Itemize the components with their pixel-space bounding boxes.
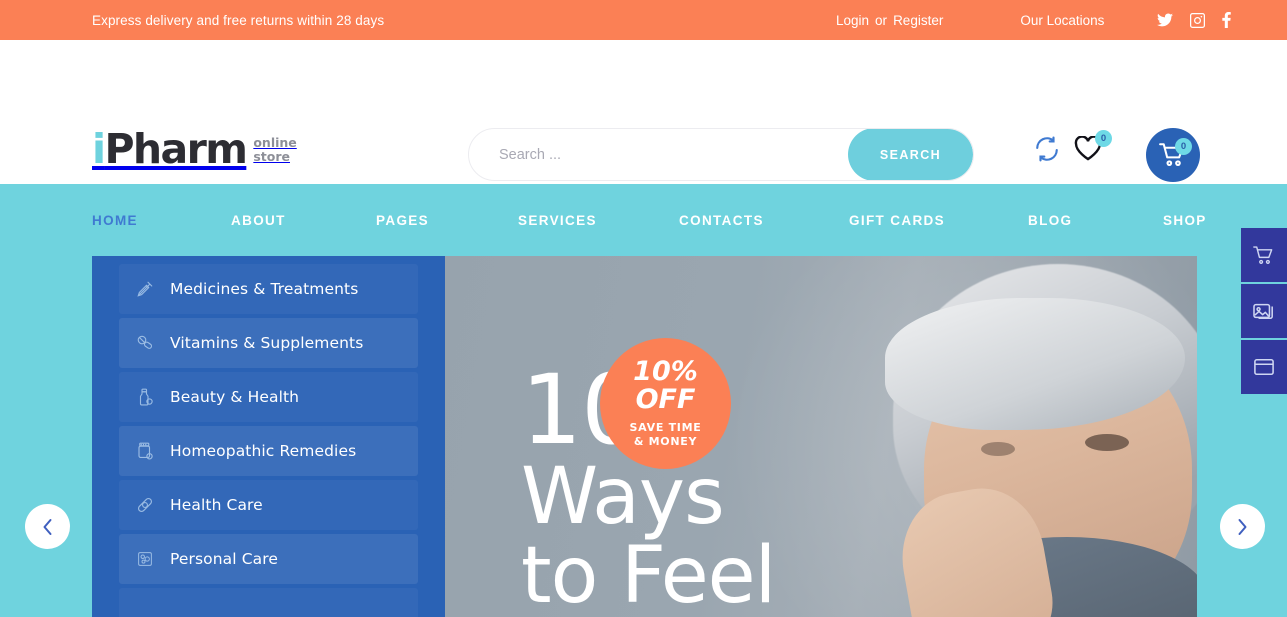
syringe-icon <box>130 280 160 298</box>
search-button[interactable]: SEARCH <box>848 129 973 180</box>
discount-subtext: SAVE TIME & MONEY <box>630 421 702 449</box>
chevron-left-icon <box>43 518 52 535</box>
category-label: Beauty & Health <box>170 388 300 406</box>
category-item-vitamins[interactable]: Vitamins & Supplements <box>119 318 418 368</box>
carousel-prev-button[interactable] <box>25 504 70 549</box>
category-sidebar: Medicines & Treatments Vitamins & Supple… <box>92 256 445 617</box>
cart-count-badge: 0 <box>1175 138 1192 155</box>
category-label: Personal Care <box>170 550 279 568</box>
logo-wordmark: iPharm <box>92 129 248 170</box>
nav-item-shop[interactable]: SHOP <box>1163 213 1207 228</box>
site-header: iPharm online store SEARCH 0 0 <box>0 40 1287 184</box>
side-tool-gallery[interactable] <box>1241 284 1287 338</box>
side-tool-window[interactable] <box>1241 340 1287 394</box>
wishlist-icon[interactable]: 0 <box>1074 130 1112 162</box>
bottle-icon <box>130 388 160 406</box>
twitter-icon[interactable] <box>1157 13 1174 27</box>
window-tool-icon <box>1254 358 1274 376</box>
search-input[interactable] <box>469 146 848 163</box>
auth-group: Login or Register <box>836 13 943 28</box>
logo-accent-letter: i <box>92 125 106 173</box>
discount-subtext-line1: SAVE TIME <box>629 420 702 434</box>
category-label: Vitamins & Supplements <box>170 334 364 352</box>
our-locations-link[interactable]: Our Locations <box>1020 13 1104 28</box>
carousel-next-button[interactable] <box>1220 504 1265 549</box>
category-item-next[interactable] <box>119 588 418 617</box>
category-item-medicines[interactable]: Medicines & Treatments <box>119 264 418 314</box>
main-navigation: HOME ABOUT PAGES SERVICES CONTACTS GIFT … <box>0 184 1287 256</box>
topbar-right-group: Login or Register Our Locations <box>836 12 1232 28</box>
nav-item-gift-cards[interactable]: GIFT CARDS <box>849 213 945 228</box>
site-logo[interactable]: iPharm online store <box>92 129 297 170</box>
social-links <box>1157 12 1232 28</box>
logo-subtitle: online store <box>253 136 296 164</box>
category-item-beauty[interactable]: Beauty & Health <box>119 372 418 422</box>
nav-item-pages[interactable]: PAGES <box>376 213 429 228</box>
nav-item-contacts[interactable]: CONTACTS <box>679 213 764 228</box>
slide-headline-line4: Better <box>521 609 787 617</box>
discount-badge: 10% OFF SAVE TIME & MONEY <box>600 338 731 469</box>
category-label: Homeopathic Remedies <box>170 442 357 460</box>
logo-subtitle-line2: store <box>253 149 290 165</box>
logo-name: Pharm <box>104 125 247 173</box>
model-eye-left <box>981 442 1015 456</box>
cart-button[interactable]: 0 <box>1146 128 1200 182</box>
facebook-icon[interactable] <box>1222 12 1232 28</box>
top-announcement-bar: Express delivery and free returns within… <box>0 0 1287 40</box>
category-label: Medicines & Treatments <box>170 280 359 298</box>
model-eye-right <box>1085 434 1129 451</box>
gallery-tool-icon <box>1253 303 1273 320</box>
nav-item-about[interactable]: ABOUT <box>231 213 286 228</box>
category-label: Health Care <box>170 496 263 514</box>
nav-item-services[interactable]: SERVICES <box>518 213 597 228</box>
promo-text: Express delivery and free returns within… <box>92 12 385 28</box>
wishlist-count-badge: 0 <box>1095 130 1112 147</box>
register-link[interactable]: Register <box>893 13 943 28</box>
category-item-health-care[interactable]: Health Care <box>119 480 418 530</box>
search-bar: SEARCH <box>468 128 974 181</box>
chevron-right-icon <box>1238 518 1247 535</box>
header-action-icons: 0 <box>1034 130 1112 162</box>
pills-icon <box>130 334 160 352</box>
compare-icon[interactable] <box>1034 136 1060 162</box>
hero-inner: Medicines & Treatments Vitamins & Supple… <box>92 256 1197 617</box>
hero-section: Medicines & Treatments Vitamins & Supple… <box>0 256 1287 617</box>
discount-subtext-line2: & MONEY <box>633 435 698 448</box>
nav-item-blog[interactable]: BLOG <box>1028 213 1072 228</box>
auth-or-label: or <box>875 12 888 28</box>
category-item-personal-care[interactable]: Personal Care <box>119 534 418 584</box>
slide-headline-line2: Ways <box>521 452 725 543</box>
logo-subtitle-line1: online <box>253 135 297 151</box>
discount-off-label: OFF <box>635 383 696 415</box>
side-tool-cart[interactable] <box>1241 228 1287 282</box>
floating-side-tools <box>1241 228 1287 396</box>
discount-percent: 10% <box>633 355 698 387</box>
jar-icon <box>130 442 160 460</box>
cart-tool-icon <box>1253 245 1273 264</box>
instagram-icon[interactable] <box>1190 12 1206 28</box>
soap-icon <box>130 550 160 568</box>
login-link[interactable]: Login <box>836 13 869 28</box>
hero-slide: 10 Ways to Feel Better 10% OFF SAVE TIME… <box>445 256 1197 617</box>
nav-item-home[interactable]: HOME <box>92 213 138 228</box>
bandage-icon <box>130 496 160 514</box>
category-item-homeopathic[interactable]: Homeopathic Remedies <box>119 426 418 476</box>
